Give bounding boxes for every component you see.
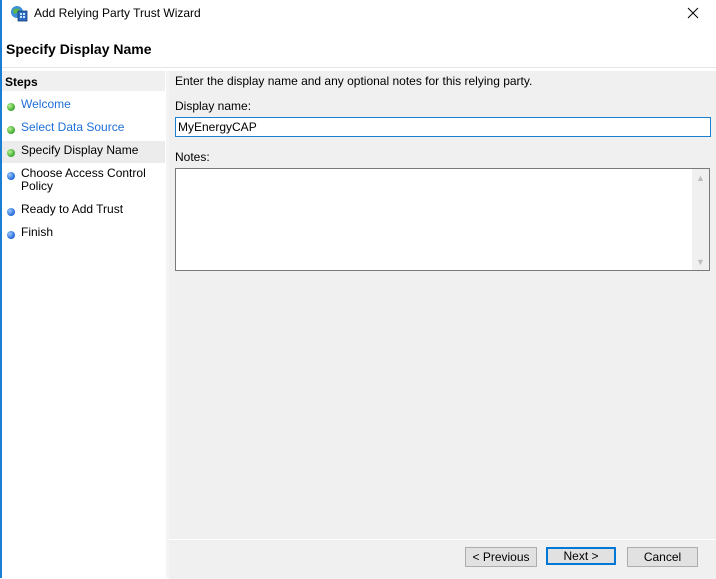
scroll-down-icon[interactable]: ▼ <box>692 253 709 270</box>
step-label[interactable]: Select Data Source <box>21 121 151 134</box>
scroll-up-icon[interactable]: ▲ <box>692 169 709 186</box>
step-select-data-source[interactable]: Select Data Source <box>2 118 165 140</box>
title-bar: Add Relying Party Trust Wizard <box>2 0 716 28</box>
step-choose-access-control-policy: Choose Access Control Policy <box>2 164 165 198</box>
content-panel <box>169 71 716 541</box>
step-label: Specify Display Name <box>21 143 139 157</box>
step-welcome[interactable]: Welcome <box>2 95 165 117</box>
steps-title: Steps <box>5 75 38 89</box>
step-label: Choose Access Control Policy <box>21 166 146 193</box>
close-button[interactable] <box>670 0 716 28</box>
step-label: Finish <box>21 225 54 239</box>
completed-status-icon <box>7 126 15 134</box>
next-button[interactable]: Next > <box>546 547 616 565</box>
step-specify-display-name: Specify Display Name <box>2 141 165 163</box>
current-status-icon <box>7 149 15 157</box>
window-title: Add Relying Party Trust Wizard <box>34 6 201 20</box>
close-icon <box>687 7 699 22</box>
step-finish: Finish <box>2 223 165 245</box>
cancel-button[interactable]: Cancel <box>627 547 698 567</box>
instruction-text: Enter the display name and any optional … <box>175 74 533 88</box>
pending-status-icon <box>7 231 15 239</box>
pending-status-icon <box>7 172 15 180</box>
notes-scrollbar[interactable]: ▲ ▼ <box>692 169 709 270</box>
notes-textarea[interactable]: ▲ ▼ <box>175 168 710 271</box>
completed-status-icon <box>7 103 15 111</box>
page-title: Specify Display Name <box>6 41 152 57</box>
header-divider <box>2 67 716 68</box>
previous-button[interactable]: < Previous <box>465 547 537 567</box>
notes-label: Notes: <box>175 150 210 164</box>
display-name-label: Display name: <box>175 99 252 113</box>
step-ready-to-add-trust: Ready to Add Trust <box>2 200 165 222</box>
relying-party-wizard-icon <box>10 5 28 22</box>
pending-status-icon <box>7 208 15 216</box>
display-name-input[interactable] <box>175 117 711 137</box>
step-label[interactable]: Welcome <box>21 98 151 111</box>
step-label: Ready to Add Trust <box>21 202 124 216</box>
